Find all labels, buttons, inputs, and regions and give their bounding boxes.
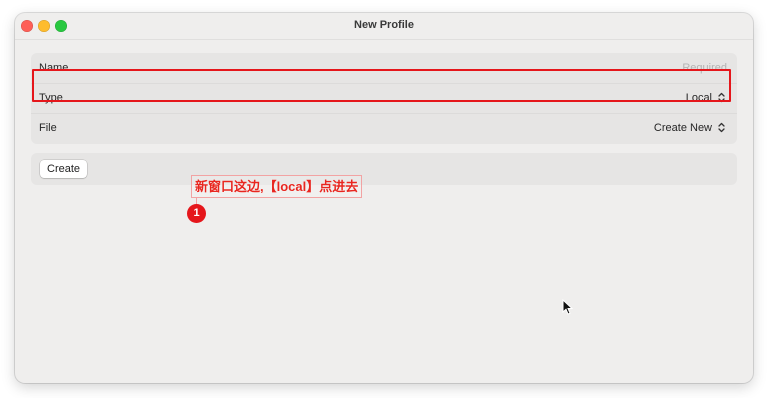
file-selected-value: Create New [653, 122, 712, 134]
type-row-highlight-box [32, 69, 731, 102]
file-label: File [39, 122, 57, 134]
window-title: New Profile [354, 19, 414, 31]
annotation-step-badge: 1 [187, 204, 206, 223]
mouse-pointer-icon [562, 299, 573, 315]
file-select[interactable]: Create New [654, 122, 727, 134]
chevron-up-down-icon [718, 122, 725, 133]
file-row: File Create New [31, 113, 737, 143]
action-bar: Create [31, 153, 737, 185]
annotation-callout: 新窗口这边,【local】点进去 [191, 175, 363, 198]
create-button[interactable]: Create [40, 160, 88, 178]
title-bar: New Profile [15, 13, 753, 40]
